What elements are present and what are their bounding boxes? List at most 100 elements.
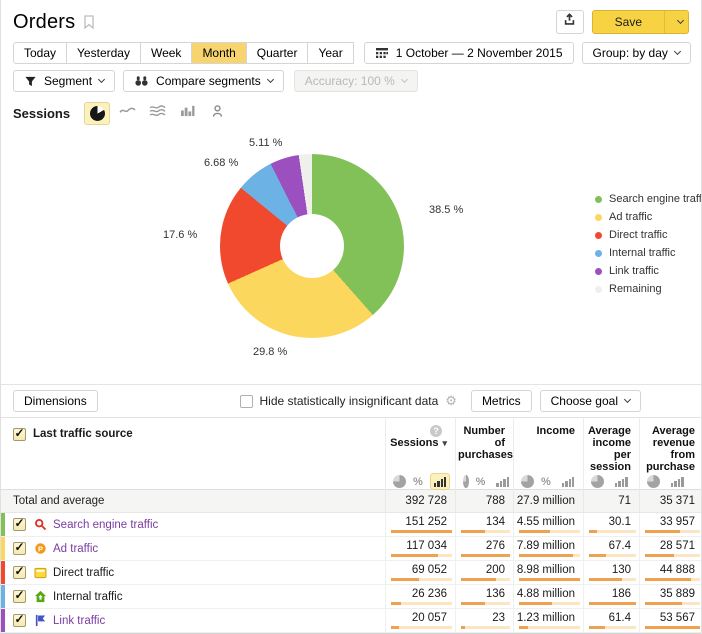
legend-item[interactable]: Direct traffic [595,226,702,244]
person-icon [210,104,225,123]
chevron-down-icon [624,396,631,403]
chart-type-line-button[interactable] [114,102,140,125]
save-dropdown-button[interactable] [664,11,688,33]
svg-text:P: P [38,544,43,553]
legend-label: Direct traffic [609,229,667,241]
legend-label: Link traffic [609,265,659,277]
legend-item[interactable]: Search engine traffic [595,190,702,208]
date-range-toolbar: Today Yesterday Week Month Quarter Year … [13,42,689,64]
legend-item[interactable]: Internal traffic [595,244,702,262]
row-checkbox[interactable]: ✓ [13,542,26,555]
hide-insignificant-checkbox[interactable] [240,395,253,408]
bars-view-icon[interactable] [558,473,579,490]
row-color-stripe [1,513,5,536]
column-header-avg-revenue[interactable]: Average revenue from purchase [640,418,702,473]
total-avg-revenue: 35 371 [639,490,702,512]
legend-label: Remaining [609,283,662,295]
sessions-pie-chart: 38.5 % 29.8 % 17.6 % 6.68 % 5.11 % Searc… [1,126,701,384]
row-link[interactable]: Link traffic [53,615,105,627]
range-week[interactable]: Week [140,42,192,64]
segment-dropdown[interactable]: Segment [13,70,115,92]
bars-view-icon[interactable] [430,473,451,490]
range-year[interactable]: Year [307,42,353,64]
save-button[interactable]: Save [593,11,664,33]
bars-view-icon[interactable] [667,473,688,490]
hide-insignificant-label: Hide statistically insignificant data [260,394,439,408]
legend-item[interactable]: Ad traffic [595,208,702,226]
pie-view-icon[interactable] [647,475,660,488]
pie-view-icon[interactable] [591,475,604,488]
choose-goal-dropdown[interactable]: Choose goal [540,390,641,412]
chevron-down-icon [676,17,683,24]
legend-item[interactable]: Remaining [595,280,702,298]
row-checkbox[interactable]: ✓ [13,518,26,531]
bars-view-icon[interactable] [611,473,632,490]
column-header-sessions[interactable]: ?Sessions▾ [386,418,455,449]
pie-view-icon[interactable] [463,475,469,488]
cell-sessions: 20 057 [386,609,455,624]
cell-purchases: 276 [456,537,513,552]
select-all-checkbox[interactable]: ✓ [13,428,26,441]
dimension-header[interactable]: Last traffic source [33,428,133,440]
legend-bullet [595,232,602,239]
total-purchases: 788 [455,490,513,512]
chart-type-map-button[interactable] [204,102,230,125]
row-link[interactable]: Direct traffic [53,567,114,579]
pie-view-icon[interactable] [393,475,406,488]
binoculars-icon [134,75,149,87]
slice-label-search: 38.5 % [429,204,463,216]
percent-view-icon[interactable]: % [541,476,551,488]
range-month[interactable]: Month [191,42,246,64]
range-yesterday[interactable]: Yesterday [66,42,141,64]
column-header-purchases[interactable]: Number of purchases [456,418,513,461]
calendar-range-button[interactable]: 1 October — 2 November 2015 [364,42,574,64]
export-button[interactable] [556,10,584,34]
cell-avg-revenue: 44 888 [640,561,702,576]
compare-segments-dropdown[interactable]: Compare segments [123,70,284,92]
group-by-dropdown[interactable]: Group: by day [582,42,691,64]
segment-toolbar: Segment Compare segments Accuracy: 100 % [13,70,689,92]
cell-income: 4.88 million [514,585,583,600]
table-row: ✓ Internal traffic 26 236 136 4.88 milli… [1,585,701,609]
legend-item[interactable]: Link traffic [595,262,702,280]
row-checkbox[interactable]: ✓ [13,590,26,603]
table-controls: Dimensions Hide statistically insignific… [1,384,701,417]
chart-type-pie-button[interactable] [84,102,110,125]
chevron-down-icon [267,76,274,83]
range-quarter[interactable]: Quarter [246,42,309,64]
cell-income: 7.89 million [514,537,583,552]
chart-type-columns-button[interactable] [174,102,200,125]
percent-view-icon[interactable]: % [413,476,423,488]
column-header-avg-income[interactable]: Average income per session [584,418,639,473]
cell-sessions: 151 252 [386,513,455,528]
donut-chart[interactable] [220,154,404,338]
compare-segments-label: Compare segments [156,74,261,88]
row-checkbox[interactable]: ✓ [13,614,26,627]
metrics-button[interactable]: Metrics [471,390,532,412]
pie-view-icon[interactable] [521,475,534,488]
save-split-button: Save [592,10,689,34]
cell-purchases: 23 [456,609,513,624]
bars-view-icon[interactable] [492,473,513,490]
group-by-label: Group: by day [593,46,668,60]
row-color-stripe [1,537,5,560]
row-link[interactable]: Internal traffic [53,591,122,603]
row-link[interactable]: Ad traffic [53,543,98,555]
row-checkbox[interactable]: ✓ [13,566,26,579]
range-today[interactable]: Today [13,42,67,64]
header: Orders Save Today Yesterday Week Month Q… [1,0,701,92]
accuracy-dropdown[interactable]: Accuracy: 100 % [294,70,418,92]
chart-type-stacked-button[interactable] [144,102,170,125]
bookmark-icon[interactable] [83,15,95,29]
total-avg-income: 71 [583,490,639,512]
cell-avg-income: 186 [584,585,639,600]
help-icon[interactable]: ? [430,425,442,437]
dimensions-button[interactable]: Dimensions [13,390,98,412]
total-label: Total and average [1,495,385,507]
legend-bullet [595,214,602,221]
cell-purchases: 134 [456,513,513,528]
gear-icon[interactable]: ⚙ [445,393,457,409]
row-link[interactable]: Search engine traffic [53,519,158,531]
percent-view-icon[interactable]: % [476,476,486,488]
column-header-income[interactable]: Income [514,418,583,437]
